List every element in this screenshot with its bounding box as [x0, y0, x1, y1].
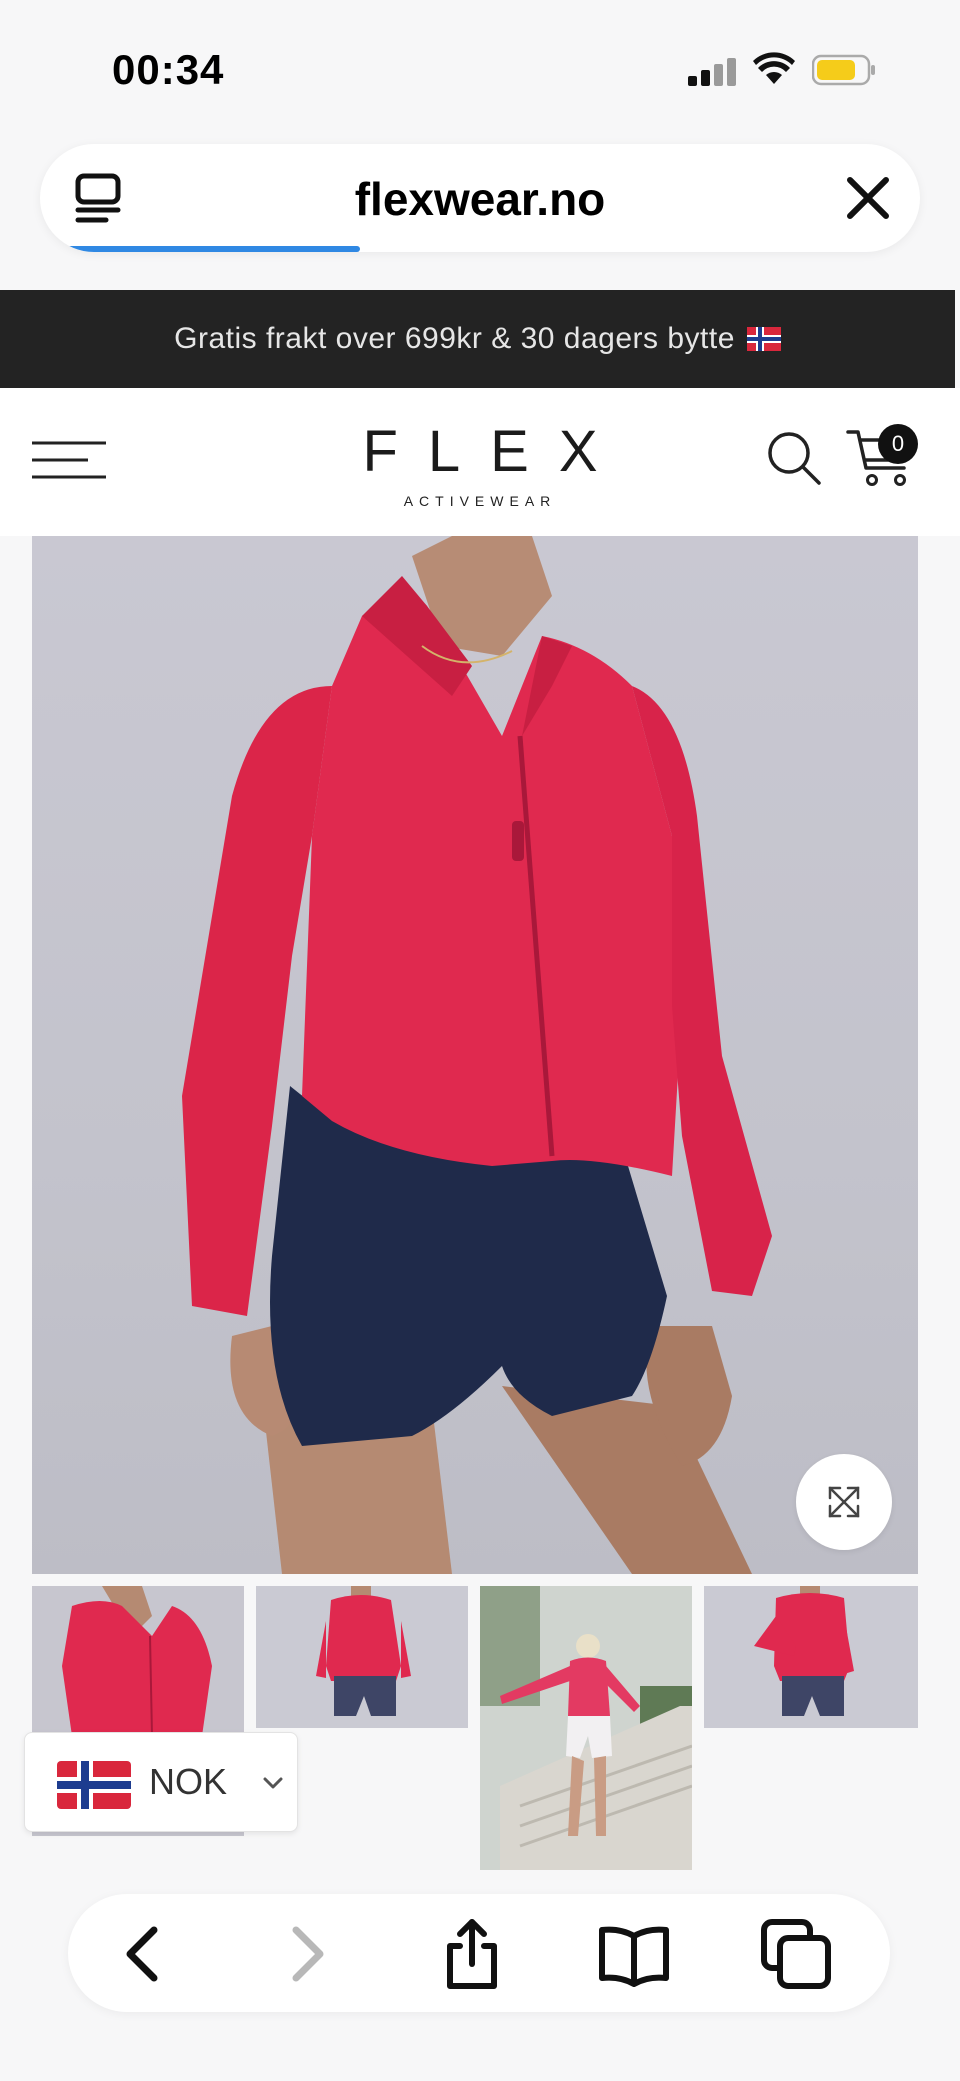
address-bar[interactable]: flexwear.no	[40, 144, 920, 252]
site-header: FLEX ACTIVEWEAR	[0, 388, 960, 536]
currency-code: NOK	[149, 1761, 228, 1802]
chevron-down-icon	[263, 1777, 283, 1789]
product-thumbnail-2[interactable]	[256, 1586, 468, 1728]
wifi-icon	[753, 52, 795, 84]
logo-tagline: ACTIVEWEAR	[403, 493, 557, 509]
close-icon[interactable]	[846, 176, 890, 220]
search-icon[interactable]	[766, 430, 822, 486]
norway-flag-icon	[57, 1761, 131, 1809]
product-main-image[interactable]	[32, 536, 918, 1574]
page-load-progress	[64, 246, 360, 252]
product-thumbnail-4[interactable]	[704, 1586, 918, 1728]
bookmarks-icon[interactable]	[596, 1916, 672, 1992]
product-photo	[182, 536, 772, 1574]
url-text[interactable]: flexwear.no	[40, 172, 920, 226]
browser-toolbar	[68, 1894, 890, 2012]
battery-icon	[812, 54, 875, 86]
back-arrow-icon[interactable]	[106, 1916, 182, 1992]
product-thumbnail-3[interactable]	[480, 1586, 692, 1870]
currency-selector[interactable]: NOK	[24, 1732, 298, 1832]
forward-arrow-icon[interactable]	[268, 1916, 344, 1992]
expand-image-button[interactable]	[796, 1454, 892, 1550]
promo-text: Gratis frakt over 699kr & 30 dagers bytt…	[174, 322, 735, 355]
page: 00:34 flexwear.no Gratis frakt over 699k…	[0, 0, 960, 2081]
expand-icon	[828, 1486, 860, 1518]
promo-banner: Gratis frakt over 699kr & 30 dagers bytt…	[0, 290, 955, 388]
tab-overview-icon[interactable]	[758, 1916, 834, 1992]
norway-flag-icon	[746, 327, 781, 351]
status-time: 00:34	[112, 46, 225, 93]
share-icon[interactable]	[434, 1916, 510, 1992]
cart-count-badge: 0	[878, 424, 918, 464]
status-bar: 00:34	[0, 0, 960, 140]
cellular-signal-icon	[688, 56, 736, 86]
